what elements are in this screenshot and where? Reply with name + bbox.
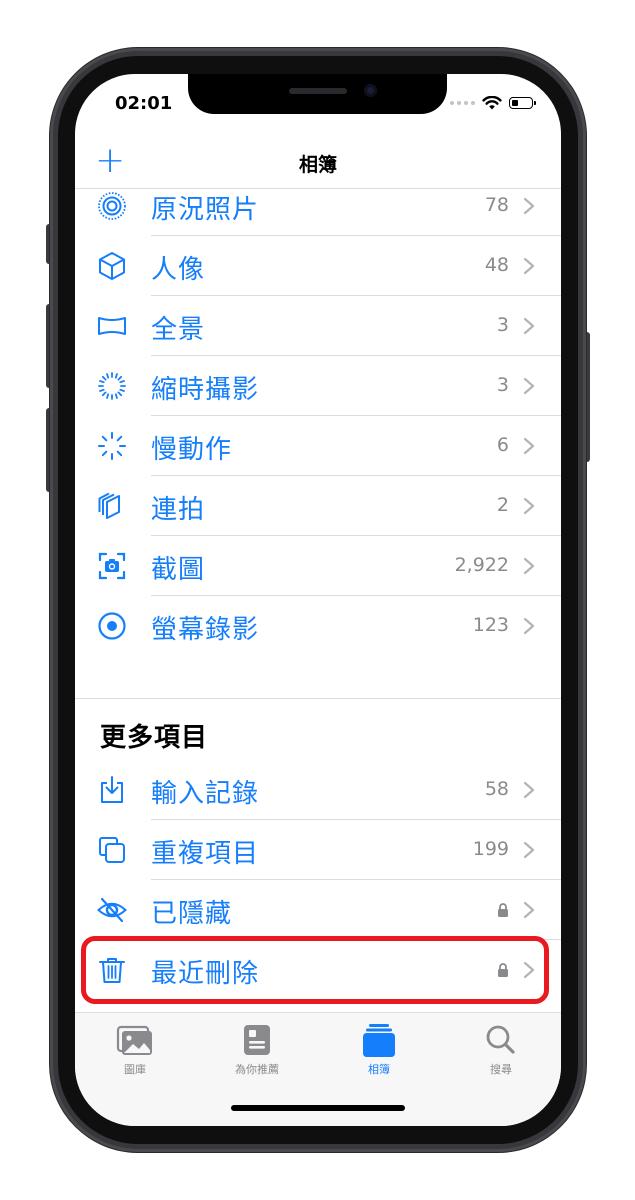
portrait-cube-icon xyxy=(99,252,125,280)
front-camera xyxy=(364,84,377,97)
for-you-icon xyxy=(244,1025,270,1055)
highlight-box xyxy=(81,936,549,1004)
album-row-label: 螢幕錄影 xyxy=(151,615,260,645)
screenshot-icon xyxy=(98,552,126,580)
search-icon xyxy=(486,1025,515,1054)
chevron-right-icon xyxy=(523,557,535,575)
home-indicator xyxy=(231,1105,405,1111)
album-row-label: 慢動作 xyxy=(151,435,233,465)
album-row-label: 重複項目 xyxy=(151,839,260,869)
page-title: 相簿 xyxy=(298,154,337,176)
album-row-label: 已隱藏 xyxy=(151,899,233,929)
album-row-label: 原況照片 xyxy=(151,195,260,225)
tab-for-you[interactable]: 為你推薦 xyxy=(207,1023,307,1077)
tab-label: 圖庫 xyxy=(124,1063,146,1076)
chevron-right-icon xyxy=(523,781,535,799)
chevron-right-icon xyxy=(523,377,535,395)
album-row-count: 3 xyxy=(496,374,509,396)
section-title-more: 更多項目 xyxy=(100,723,209,753)
chevron-right-icon xyxy=(523,197,535,215)
tab-library[interactable]: 圖庫 xyxy=(85,1023,185,1077)
album-row-label: 連拍 xyxy=(151,495,206,525)
status-time: 02:01 xyxy=(115,93,173,114)
album-row-label: 全景 xyxy=(151,315,206,345)
albums-icon xyxy=(363,1024,395,1057)
battery-icon xyxy=(509,97,536,109)
chevron-right-icon xyxy=(523,317,535,335)
earpiece-speaker xyxy=(289,88,347,94)
chevron-right-icon xyxy=(523,901,535,919)
phone-screen: 02:01 + 相簿 原況照片 78 人像 48 全景 3 縮時攝影 3 慢動作… xyxy=(75,74,561,1126)
nav-bar: + 相簿 xyxy=(75,138,561,189)
album-row-count: 78 xyxy=(484,194,509,216)
chevron-right-icon xyxy=(523,497,535,515)
tab-search[interactable]: 搜尋 xyxy=(451,1023,551,1077)
album-row-count: 48 xyxy=(484,254,509,276)
tab-label: 搜尋 xyxy=(490,1063,512,1076)
tab-albums[interactable]: 相簿 xyxy=(329,1023,429,1077)
chevron-right-icon xyxy=(523,437,535,455)
status-indicators xyxy=(450,96,536,110)
album-row-screen-recordings[interactable]: 螢幕錄影 123 xyxy=(75,596,561,656)
chevron-right-icon xyxy=(523,257,535,275)
burst-icon xyxy=(98,492,120,519)
photos-library-icon xyxy=(116,1025,152,1055)
notch xyxy=(188,74,447,114)
album-row-count: 2 xyxy=(496,494,509,516)
tab-bar: 圖庫 為你推薦 相簿 搜尋 xyxy=(75,1012,561,1126)
chevron-right-icon xyxy=(523,617,535,635)
album-row-panorama[interactable]: 全景 3 xyxy=(75,296,561,356)
panorama-icon xyxy=(98,317,126,335)
album-row-label: 截圖 xyxy=(151,555,206,585)
live-photo-icon xyxy=(98,192,126,220)
tab-label: 為你推薦 xyxy=(235,1063,279,1076)
album-row-hidden[interactable]: 已隱藏 xyxy=(75,880,561,940)
album-row-count: 2,922 xyxy=(454,554,509,576)
hidden-eye-icon xyxy=(97,897,127,923)
album-row-label: 人像 xyxy=(151,255,206,285)
album-row-count: 6 xyxy=(496,434,509,456)
album-row-slomo[interactable]: 慢動作 6 xyxy=(75,416,561,476)
album-row-imports[interactable]: 輸入記錄 58 xyxy=(75,760,561,820)
album-row-portrait[interactable]: 人像 48 xyxy=(75,236,561,296)
tab-label: 相簿 xyxy=(368,1063,390,1076)
album-row-label: 縮時攝影 xyxy=(151,375,260,405)
album-row-burst[interactable]: 連拍 2 xyxy=(75,476,561,536)
album-row-count: 123 xyxy=(472,614,509,636)
lock-icon xyxy=(498,903,508,917)
signal-icon xyxy=(450,101,475,105)
album-row-screenshots[interactable]: 截圖 2,922 xyxy=(75,536,561,596)
album-row-count: 58 xyxy=(484,778,509,800)
album-row-timelapse[interactable]: 縮時攝影 3 xyxy=(75,356,561,416)
wifi-icon xyxy=(482,96,502,110)
duplicates-icon xyxy=(99,837,125,863)
album-row-count: 199 xyxy=(472,838,509,860)
album-row-duplicates[interactable]: 重複項目 199 xyxy=(75,820,561,880)
screen-recording-icon xyxy=(98,612,126,640)
album-row-count: 3 xyxy=(496,314,509,336)
album-row-label: 輸入記錄 xyxy=(151,779,260,809)
import-icon xyxy=(101,776,123,803)
section-divider xyxy=(75,698,561,699)
slomo-icon xyxy=(98,432,126,460)
timelapse-icon xyxy=(98,372,126,400)
chevron-right-icon xyxy=(523,841,535,859)
